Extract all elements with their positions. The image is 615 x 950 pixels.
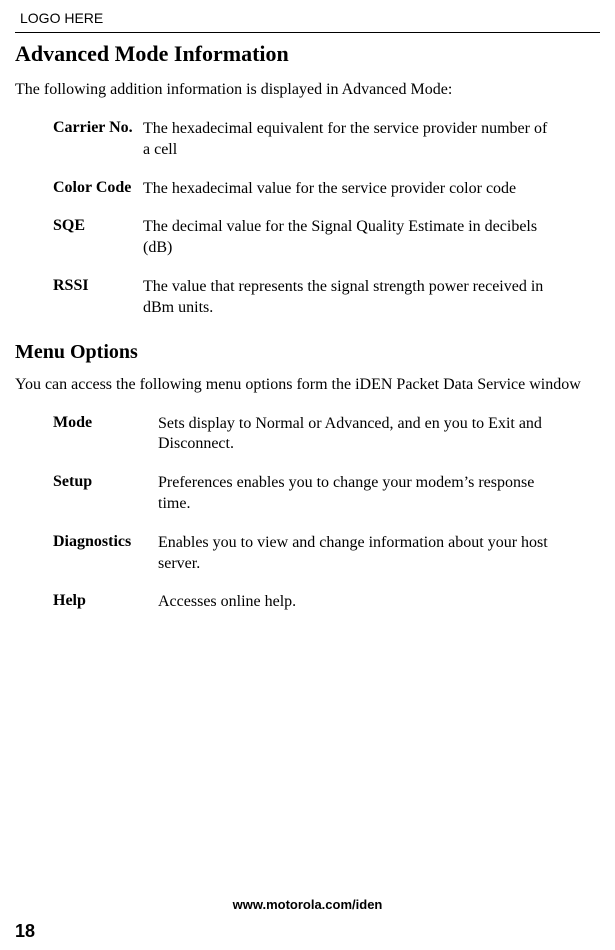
logo-placeholder: LOGO HERE [20,10,600,26]
def-term: RSSI [53,277,143,295]
header-divider [15,32,600,33]
def-row: Color Code The hexadecimal value for the… [53,179,550,200]
intro-advanced: The following addition information is di… [15,81,600,99]
def-term: Color Code [53,179,143,197]
def-desc: Sets display to Normal or Advanced, and … [158,414,550,456]
section-title-advanced: Advanced Mode Information [15,41,600,67]
definition-list-menu: Mode Sets display to Normal or Advanced,… [53,414,550,614]
section-title-menu: Menu Options [15,341,600,364]
def-term: Carrier No. [53,119,143,137]
def-row: RSSI The value that represents the signa… [53,277,550,319]
page-number: 18 [15,921,35,942]
def-row: SQE The decimal value for the Signal Qua… [53,217,550,259]
def-desc: The decimal value for the Signal Quality… [143,217,550,259]
def-term: Help [53,592,158,610]
def-desc: Enables you to view and change informati… [158,533,550,575]
definition-list-advanced: Carrier No. The hexadecimal equivalent f… [53,119,550,319]
def-term: Mode [53,414,158,432]
def-row: Setup Preferences enables you to change … [53,473,550,515]
def-row: Mode Sets display to Normal or Advanced,… [53,414,550,456]
def-term: SQE [53,217,143,235]
def-row: Carrier No. The hexadecimal equivalent f… [53,119,550,161]
def-row: Diagnostics Enables you to view and chan… [53,533,550,575]
def-term: Diagnostics [53,533,158,551]
def-desc: Preferences enables you to change your m… [158,473,550,515]
def-desc: The hexadecimal value for the service pr… [143,179,550,200]
def-desc: The value that represents the signal str… [143,277,550,319]
def-desc: Accesses online help. [158,592,550,613]
def-row: Help Accesses online help. [53,592,550,613]
def-term: Setup [53,473,158,491]
def-desc: The hexadecimal equivalent for the servi… [143,119,550,161]
intro-menu: You can access the following menu option… [15,376,600,394]
footer-url: www.motorola.com/iden [0,897,615,912]
